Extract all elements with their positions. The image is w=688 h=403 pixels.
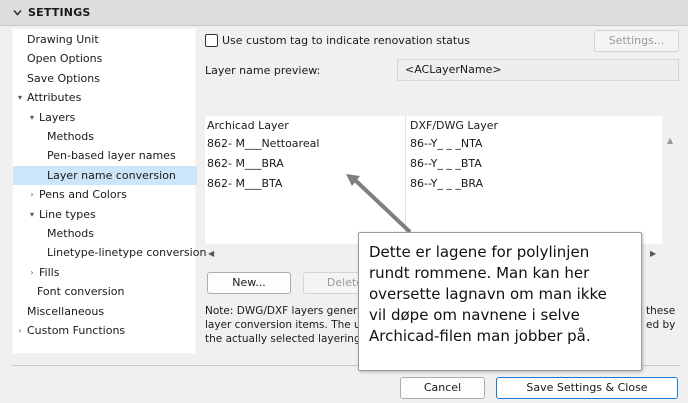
chevron-down-icon[interactable]: ▾ bbox=[26, 108, 38, 127]
tree-item-label: Fills bbox=[39, 265, 60, 279]
tree-item-label: Pen-based layer names bbox=[47, 149, 176, 163]
chevron-down-icon[interactable]: ▾ bbox=[26, 205, 38, 224]
tree-item[interactable]: › Pens and Colors bbox=[13, 185, 197, 204]
settings-tree[interactable]: Drawing Unit Open Options Save Options ▾ Att… bbox=[12, 28, 206, 354]
tree-item[interactable]: Save Options bbox=[13, 69, 197, 88]
custom-tag-checkbox[interactable] bbox=[205, 34, 218, 47]
chevron-down-icon[interactable]: ▾ bbox=[14, 88, 26, 107]
tree-item-label: Methods bbox=[47, 227, 94, 240]
chevron-right-icon[interactable]: › bbox=[14, 321, 26, 340]
tree-item[interactable]: Pen-based layer names bbox=[13, 146, 197, 165]
custom-tag-label: Use custom tag to indicate renovation st… bbox=[222, 34, 470, 47]
table-cell[interactable]: 862- M___BRA bbox=[207, 154, 284, 174]
note-fragment: ed by bbox=[646, 319, 676, 331]
tree-item-label: Drawing Unit bbox=[27, 33, 99, 46]
tree-item-label: Line types bbox=[39, 207, 96, 221]
settings-button[interactable]: Settings... bbox=[594, 30, 679, 52]
save-settings-close-button[interactable]: Save Settings & Close bbox=[496, 377, 678, 399]
tree-item[interactable]: ▾ Layers bbox=[13, 108, 197, 127]
tree-item[interactable]: Open Options bbox=[13, 49, 197, 68]
tree-item[interactable]: Layer name conversion bbox=[13, 165, 197, 185]
layer-name-preview-field: <ACLayerName> bbox=[397, 59, 679, 81]
tree-item-label: Save Options bbox=[27, 71, 100, 85]
table-cell[interactable]: 862- M___Nettoareal bbox=[207, 134, 319, 154]
tree-item[interactable]: › Fills bbox=[13, 263, 197, 282]
tree-item-label: Open Options bbox=[27, 52, 103, 66]
tree-item-label: Pens and Colors bbox=[39, 188, 127, 202]
note-line: the actually selected layering m bbox=[205, 333, 375, 345]
tree-item[interactable]: Linetype-linetype conversion bbox=[13, 243, 206, 262]
tree-item[interactable]: Methods bbox=[13, 127, 197, 146]
tree-item-label: Attributes bbox=[27, 91, 82, 105]
settings-title: SETTINGS bbox=[28, 6, 91, 19]
tree-item-label: Methods bbox=[47, 130, 94, 143]
callout-line: Dette er lagene for polylinjen bbox=[369, 243, 590, 261]
tree-item-label: Layers bbox=[39, 110, 76, 124]
tree-item[interactable]: Methods bbox=[13, 224, 197, 243]
note-line: layer conversion items. The upp bbox=[205, 319, 375, 331]
new-button[interactable]: New... bbox=[207, 272, 291, 294]
table-column-header[interactable]: Archicad Layer bbox=[207, 116, 289, 136]
table-column-header[interactable]: DXF/DWG Layer bbox=[410, 116, 498, 136]
scroll-left-arrow-icon[interactable]: ◀ bbox=[208, 249, 214, 258]
table-cell[interactable]: 862- M___BTA bbox=[207, 174, 282, 194]
tree-item-label: Linetype-linetype conversion bbox=[47, 246, 207, 260]
tree-item-label: Layer name conversion bbox=[47, 168, 176, 182]
tree-item[interactable]: › Custom Functions bbox=[13, 321, 197, 340]
settings-header[interactable]: SETTINGS bbox=[0, 0, 688, 26]
callout-annotation: Dette er lagene for polylinjen rundt rom… bbox=[358, 232, 642, 371]
tree-item[interactable]: Miscellaneous bbox=[13, 302, 197, 321]
tree-item[interactable]: Font conversion bbox=[13, 282, 197, 301]
callout-line: Archicad-filen man jobber på. bbox=[369, 327, 591, 345]
tree-item[interactable]: ▾ Line types bbox=[13, 205, 197, 224]
table-cell[interactable]: 86--Y_ _ _NTA bbox=[410, 134, 482, 154]
tree-item[interactable]: ▾ Attributes bbox=[13, 88, 197, 107]
tree-item-label: Custom Functions bbox=[27, 324, 126, 337]
chevron-right-icon[interactable]: › bbox=[26, 185, 38, 204]
note-line: Note: DWG/DXF layers generat bbox=[205, 305, 368, 317]
tree-item[interactable]: Drawing Unit bbox=[13, 30, 197, 49]
callout-line: oversette lagnavn om man ikke bbox=[369, 285, 607, 303]
tree-item-label: Miscellaneous bbox=[27, 304, 105, 318]
note-fragment: these bbox=[646, 305, 676, 317]
cancel-button[interactable]: Cancel bbox=[400, 377, 485, 399]
scroll-right-arrow-icon[interactable]: ▶ bbox=[650, 249, 656, 258]
callout-line: rundt rommene. Man kan her bbox=[369, 264, 590, 282]
chevron-down-icon[interactable] bbox=[12, 7, 23, 18]
callout-line: vil døpe om navnene i selve bbox=[369, 306, 580, 324]
layer-name-preview-label: Layer name preview: bbox=[205, 64, 321, 77]
scroll-up-arrow-icon[interactable]: ▲ bbox=[667, 136, 673, 145]
chevron-right-icon[interactable]: › bbox=[26, 263, 38, 282]
tree-item-label: Font conversion bbox=[37, 285, 125, 299]
